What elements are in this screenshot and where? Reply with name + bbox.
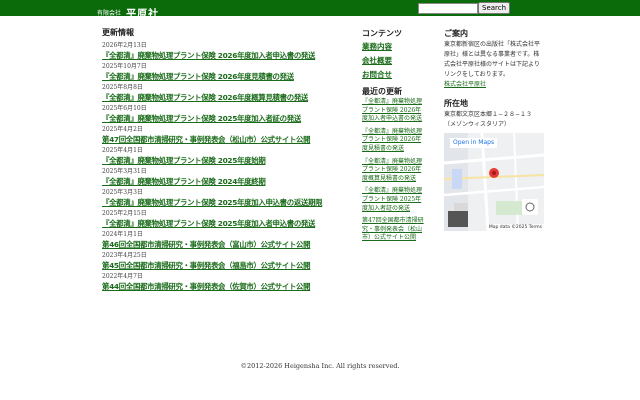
update-link[interactable]: 第44回全国都市清掃研究・事例発表会（佐賀市）公式サイト公開 — [102, 281, 342, 293]
map-attribution: Map data ©2025 Terms — [486, 224, 544, 231]
recent-title: 最近の更新 — [362, 87, 402, 96]
guide-link[interactable]: 株式会社平原社 — [444, 81, 486, 88]
update-link[interactable]: 『全都清』廃棄物処理プラント保険 2026年度加入者申込書の発送 — [102, 50, 342, 62]
update-link[interactable]: 『全都清』廃棄物処理プラント保険 2025年度始期 — [102, 155, 342, 167]
map-thumbnail-icon — [448, 211, 468, 227]
updates-title: 更新情報 — [102, 28, 134, 37]
update-date: 2026年2月13日 — [102, 42, 147, 49]
open-in-maps-button[interactable]: Open in Maps — [450, 138, 498, 148]
contents-sidebar: コンテンツ 業務内容 会社概要 お問合せ 最近の更新 『全都清』廃棄物処理プラン… — [362, 28, 424, 247]
updates-list: 2026年2月13日 『全都清』廃棄物処理プラント保険 2026年度加入者申込書の… — [102, 41, 342, 293]
update-date: 2025年10月7日 — [102, 63, 147, 70]
footer-copyright: ©2012-2026 Heigensha Inc. All rights res… — [240, 362, 400, 370]
update-link[interactable]: 『全都清』廃棄物処理プラント保険 2024年度終期 — [102, 176, 342, 188]
update-date: 2025年6月10日 — [102, 105, 147, 112]
nav-link-company[interactable]: 会社概要 — [362, 54, 424, 68]
update-link[interactable]: 『全都清』廃棄物処理プラント保険 2025年度加入者証の発送 — [102, 113, 342, 125]
header-bar: 有限会社 平原社 Search — [0, 0, 640, 20]
company-name: 平原社 — [126, 9, 160, 20]
contents-nav: 業務内容 会社概要 お問合せ — [362, 40, 424, 82]
update-link[interactable]: 『全都清』廃棄物処理プラント保険 2025年度加入者申込書の発送 — [102, 218, 342, 230]
update-entry: 2025年10月7日 『全都清』廃棄物処理プラント保険 2026年度見積書の発送 — [102, 62, 342, 83]
google-map[interactable]: Open in Maps Map data ©2025 Terms — [444, 133, 544, 231]
search-button[interactable]: Search — [478, 2, 511, 14]
nav-link-business[interactable]: 業務内容 — [362, 40, 424, 54]
update-date: 2025年3月31日 — [102, 168, 147, 175]
recent-link[interactable]: 『全都清』廃棄物処理プラント保険 2026年度加入者申込書の発送 — [362, 98, 424, 124]
company-prefix: 有限会社 — [97, 10, 122, 17]
site-logo[interactable]: 有限会社 平原社 — [97, 2, 159, 20]
info-sidebar: ご案内 東京都新宿区の出版社「株式会社平原社」様とは異なる事業者です。株式会社平… — [444, 28, 544, 130]
address: 東京都文京区本郷１−２８−１３ （メゾンウィスタリア） — [444, 110, 544, 130]
update-entry: 2024年1月1日 第46回全国都市清掃研究・事例発表会（富山市）公式サイト公開 — [102, 230, 342, 251]
update-date: 2024年1月1日 — [102, 231, 143, 238]
guide-body: 東京都新宿区の出版社「株式会社平原社」様とは異なる事業者です。株式会社平原社様の… — [444, 41, 541, 78]
search-input[interactable] — [418, 3, 478, 14]
guide-text: 東京都新宿区の出版社「株式会社平原社」様とは異なる事業者です。株式会社平原社様の… — [444, 40, 544, 90]
update-entry: 2025年2月15日 『全都清』廃棄物処理プラント保険 2025年度加入者申込書の… — [102, 209, 342, 230]
map-control-icon — [522, 199, 538, 215]
recent-section: 最近の更新 『全都清』廃棄物処理プラント保険 2026年度加入者申込書の発送 『全… — [362, 86, 424, 243]
recent-link[interactable]: 『全都清』廃棄物処理プラント保険 2026年度見積書の発送 — [362, 128, 424, 154]
address-line2: （メゾンウィスタリア） — [444, 121, 511, 128]
update-date: 2025年4月1日 — [102, 147, 143, 154]
location-title: 所在地 — [444, 99, 468, 108]
nav-link-contact[interactable]: お問合せ — [362, 68, 424, 82]
update-entry: 2025年3月31日 『全都清』廃棄物処理プラント保険 2024年度終期 — [102, 167, 342, 188]
update-link[interactable]: 第47回全国都市清掃研究・事例発表会（松山市）公式サイト公開 — [102, 134, 342, 146]
guide-title: ご案内 — [444, 29, 468, 38]
update-entry: 2022年4月7日 第44回全国都市清掃研究・事例発表会（佐賀市）公式サイト公開 — [102, 272, 342, 293]
update-link[interactable]: 『全都清』廃棄物処理プラント保険 2025年度加入申込書の返送期限 — [102, 197, 342, 209]
contents-title: コンテンツ — [362, 29, 402, 38]
update-date: 2023年4月25日 — [102, 252, 147, 259]
update-link[interactable]: 『全都清』廃棄物処理プラント保険 2026年度見積書の発送 — [102, 71, 342, 83]
update-date: 2025年3月3日 — [102, 189, 143, 196]
update-link[interactable]: 第45回全国都市清掃研究・事例発表会（福島市）公式サイト公開 — [102, 260, 342, 272]
update-entry: 2025年6月10日 『全都清』廃棄物処理プラント保険 2025年度加入者証の発送 — [102, 104, 342, 125]
recent-link[interactable]: 第47回全国都市清掃研究・事例発表会（松山市）公式サイト公開 — [362, 217, 424, 243]
update-date: 2025年4月2日 — [102, 126, 143, 133]
update-entry: 2025年4月1日 『全都清』廃棄物処理プラント保険 2025年度始期 — [102, 146, 342, 167]
recent-list: 『全都清』廃棄物処理プラント保険 2026年度加入者申込書の発送 『全都清』廃棄物… — [362, 98, 424, 243]
recent-link[interactable]: 『全都清』廃棄物処理プラント保険 2026年度概算見積書の発送 — [362, 158, 424, 184]
address-line1: 東京都文京区本郷１−２８−１３ — [444, 111, 533, 118]
update-link[interactable]: 『全都清』廃棄物処理プラント保険 2026年度概算見積書の発送 — [102, 92, 342, 104]
update-link[interactable]: 第46回全国都市清掃研究・事例発表会（富山市）公式サイト公開 — [102, 239, 342, 251]
update-date: 2022年4月7日 — [102, 273, 143, 280]
update-entry: 2026年2月13日 『全都清』廃棄物処理プラント保険 2026年度加入者申込書の… — [102, 41, 342, 62]
update-entry: 2025年4月2日 第47回全国都市清掃研究・事例発表会（松山市）公式サイト公開 — [102, 125, 342, 146]
recent-link[interactable]: 『全都清』廃棄物処理プラント保険 2025年度加入者証の発送 — [362, 187, 424, 213]
updates-section: 更新情報 2026年2月13日 『全都清』廃棄物処理プラント保険 2026年度加入… — [102, 28, 342, 293]
update-entry: 2025年8月8日 『全都清』廃棄物処理プラント保険 2026年度概算見積書の発送 — [102, 83, 342, 104]
update-entry: 2023年4月25日 第45回全国都市清掃研究・事例発表会（福島市）公式サイト公開 — [102, 251, 342, 272]
update-date: 2025年8月8日 — [102, 84, 143, 91]
update-entry: 2025年3月3日 『全都清』廃棄物処理プラント保険 2025年度加入申込書の返送… — [102, 188, 342, 209]
update-date: 2025年2月15日 — [102, 210, 147, 217]
